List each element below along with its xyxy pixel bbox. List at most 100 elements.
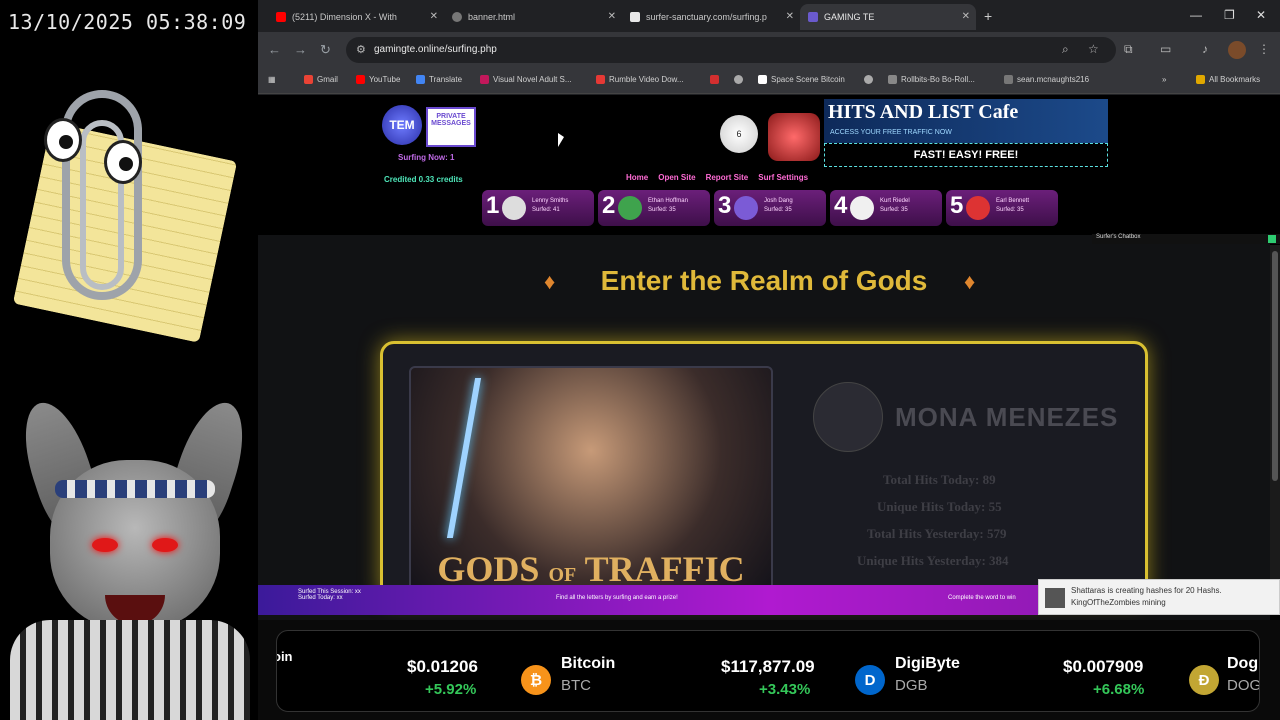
close-icon[interactable]: ✕ [430, 11, 438, 22]
avatar [966, 196, 990, 220]
bookmark-visual-novel[interactable]: Visual Novel Adult S... [480, 75, 572, 84]
clippy-right-eye [104, 140, 142, 184]
menu-home[interactable]: Home [626, 173, 648, 182]
surfers-chatbox[interactable]: Surfer's Chatbox [1092, 234, 1280, 244]
letter-game-text: Find all the letters by surfing and earn… [556, 595, 678, 601]
media-icon[interactable]: ♪ [1202, 42, 1208, 56]
mouse-cursor [558, 133, 564, 147]
expand-icon[interactable] [1268, 235, 1276, 243]
address-bar[interactable]: ⚙ gamingte.online/surfing.php ⌕ ☆ [346, 37, 1116, 63]
profile-avatar[interactable] [1228, 41, 1246, 59]
youtube-icon [276, 12, 286, 22]
close-window-button[interactable]: ✕ [1256, 8, 1266, 22]
game-badge-image [768, 113, 820, 161]
bookmark-translate[interactable]: Translate [416, 75, 462, 84]
close-icon[interactable]: ✕ [786, 11, 794, 22]
ticker-symbol: DOG [1227, 677, 1260, 694]
crypto-ticker: oin $0.01206 +5.92% ₿ Bitcoin BTC $117,8… [258, 620, 1280, 720]
fast-easy-free-banner[interactable]: FAST! EASY! FREE! [824, 143, 1108, 167]
top-surfer-card: 1 Lenny Smiths Surfed: 41 [482, 190, 594, 226]
clippy-left-eye [44, 118, 82, 162]
tab-strip: (5211) Dimension X - With ✕ banner.html … [258, 0, 1280, 32]
avatar [850, 196, 874, 220]
stat-unique-yesterday: Unique Hits Yesterday: 384 [857, 553, 1009, 568]
ticker-change: +5.92% [425, 681, 477, 698]
gods-of-traffic-title: GODS OF TRAFFIC [437, 549, 745, 589]
bookmark-gmail[interactable]: Gmail [304, 75, 338, 84]
stat-total-yesterday: Total Hits Yesterday: 579 [867, 526, 1007, 541]
ticker-name: Dog [1227, 655, 1259, 672]
ticker-name: Bitcoin [561, 655, 616, 672]
top-surfer-card: 3 Josh Dang Surfed: 35 [714, 190, 826, 226]
menu-open-site[interactable]: Open Site [658, 173, 695, 182]
apps-icon[interactable]: ▦ [268, 75, 276, 84]
menu-surf-settings[interactable]: Surf Settings [758, 173, 808, 182]
notification-toast[interactable]: Shattaras is creating hashes for 20 Hash… [1038, 579, 1280, 615]
zoom-icon[interactable]: ⌕ [1062, 42, 1069, 57]
ticker-change: +3.43% [759, 681, 811, 698]
dogecoin-icon: Ð [1189, 665, 1219, 695]
close-icon[interactable]: ✕ [608, 11, 616, 22]
url-text[interactable]: gamingte.online/surfing.php [374, 44, 497, 55]
screen: 13/10/2025 05:38:09 (5211) Dimension X -… [0, 0, 1280, 720]
reload-icon[interactable]: ↻ [320, 42, 331, 58]
bookmark-icon-c[interactable] [864, 75, 877, 84]
site-info-icon[interactable]: ⚙ [356, 43, 366, 56]
top-surfers: 1 Lenny Smiths Surfed: 41 2 Ethan Hoffman… [482, 190, 1058, 226]
bookmark-youtube[interactable]: YouTube [356, 75, 400, 84]
gods-of-traffic-image[interactable]: GODS OF TRAFFIC [409, 366, 773, 606]
side-thumbnail[interactable] [1234, 99, 1280, 145]
private-messages-button[interactable]: PRIVATE MESSAGES [426, 107, 476, 147]
chevron-right-icon[interactable]: » [1162, 75, 1166, 84]
bookmark-rollbits[interactable]: Rollbits-Bo Bo-Roll... [888, 75, 975, 84]
mining-icon [1045, 588, 1065, 608]
hits-and-list-banner[interactable]: HITS AND LIST Cafe ACCESS YOUR FREE TRAF… [824, 99, 1108, 143]
credited-text: Credited 0.33 credits [384, 175, 463, 184]
browser-toolbar: ← → ↻ ⚙ gamingte.online/surfing.php ⌕ ☆ … [258, 32, 1280, 68]
minimize-button[interactable]: — [1190, 8, 1202, 22]
avatar [618, 196, 642, 220]
tem-logo[interactable]: TEM [382, 105, 422, 145]
site-icon [630, 12, 640, 22]
menu-icon[interactable]: ⋮ [1258, 42, 1270, 56]
site-icon [808, 12, 818, 22]
tab-youtube[interactable]: (5211) Dimension X - With ✕ [268, 4, 444, 30]
extensions-icon[interactable]: ⧉ [1124, 42, 1133, 57]
cast-icon[interactable]: ▭ [1160, 42, 1171, 56]
top-surfer-card: 4 Kurt Riedel Surfed: 35 [830, 190, 942, 226]
new-tab-button[interactable]: + [984, 8, 992, 24]
bitcoin-icon: ₿ [521, 665, 551, 695]
page-scrollbar[interactable] [1270, 245, 1280, 595]
bookmark-icon-a[interactable] [710, 75, 723, 84]
menu-report-site[interactable]: Report Site [706, 173, 749, 182]
banner-title: HITS AND LIST Cafe [828, 101, 1019, 123]
bookmark-icon-b[interactable] [734, 75, 747, 84]
top-surfer-card: 5 Earl Bennett Surfed: 35 [946, 190, 1058, 226]
bookmarks-bar: ▦ Gmail YouTube Translate Visual Novel A… [258, 68, 1280, 94]
tab-surfer-sanctuary[interactable]: surfer-sanctuary.com/surfing.p ✕ [622, 4, 800, 30]
ticker-change: +6.68% [1093, 681, 1145, 698]
back-icon[interactable]: ← [268, 42, 281, 57]
tab-label: banner.html [468, 12, 516, 22]
maximize-button[interactable]: ❐ [1224, 8, 1235, 22]
forward-icon[interactable]: → [294, 42, 307, 57]
lightning-bolt [446, 378, 482, 538]
close-icon[interactable]: ✕ [962, 11, 970, 22]
complete-word-text: Complete the word to win [948, 595, 1016, 601]
tab-gaming-te[interactable]: GAMING TE ✕ [800, 4, 976, 30]
all-bookmarks[interactable]: All Bookmarks [1196, 75, 1260, 84]
stat-unique-today: Unique Hits Today: 55 [877, 499, 1002, 514]
tab-banner[interactable]: banner.html ✕ [444, 4, 622, 30]
gods-card: GODS OF TRAFFIC MONA MENEZES Total Hits … [380, 341, 1148, 606]
overlay-clock: 13/10/2025 05:38:09 [8, 10, 247, 34]
ticker-price: $0.01206 [407, 657, 478, 676]
browser-window: (5211) Dimension X - With ✕ banner.html … [258, 0, 1280, 620]
bookmark-star-icon[interactable]: ☆ [1088, 42, 1099, 56]
globe-icon [452, 12, 462, 22]
banner-subtitle: ACCESS YOUR FREE TRAFFIC NOW [830, 129, 952, 136]
flame-icon: ♦ [964, 269, 976, 294]
toast-text: Shattaras is creating hashes for 20 Hash… [1071, 586, 1222, 607]
bookmark-rumble[interactable]: Rumble Video Dow... [596, 75, 684, 84]
bookmark-sean[interactable]: sean.mcnaughts216 [1004, 75, 1089, 84]
bookmark-space-scene[interactable]: Space Scene Bitcoin [758, 75, 845, 84]
